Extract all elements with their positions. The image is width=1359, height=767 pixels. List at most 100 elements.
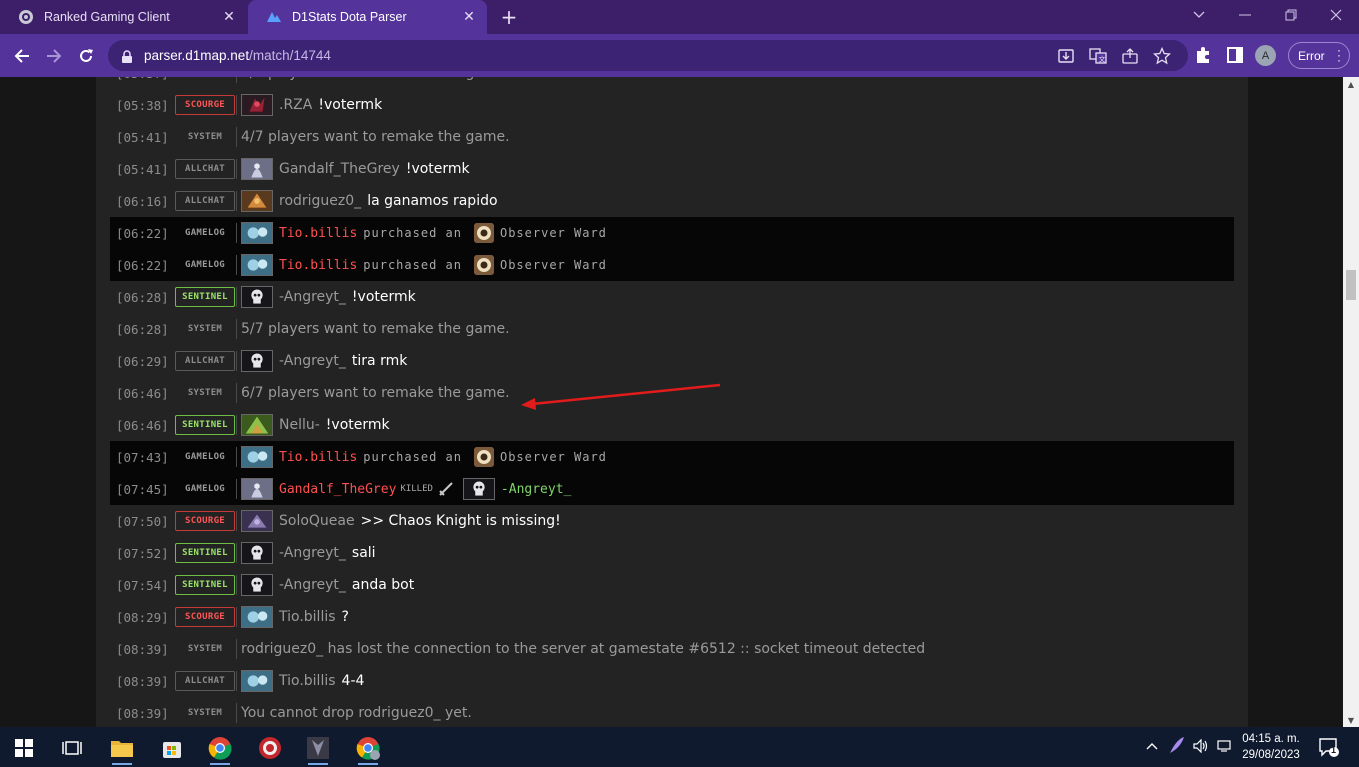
error-button[interactable]: Error · · ·	[1288, 42, 1350, 69]
player-name[interactable]: SoloQueae	[279, 513, 355, 529]
minimize-icon[interactable]	[1222, 0, 1268, 30]
clock-time: 04:15 a. m.	[1242, 733, 1300, 745]
close-icon[interactable]: ✕	[461, 9, 477, 25]
player-name[interactable]: Tio.billis	[279, 673, 336, 689]
side-panel-icon[interactable]	[1225, 45, 1245, 65]
new-tab-button[interactable]: +	[497, 5, 521, 29]
address-bar[interactable]: parser.d1map.net/match/14744	[108, 40, 1188, 71]
timestamp: [05:38]	[116, 97, 169, 113]
chat-message: !votermk	[318, 97, 383, 113]
feather-tray-icon[interactable]	[1168, 735, 1186, 759]
timestamp: [06:22]	[116, 225, 169, 241]
timestamp: [07:50]	[116, 513, 169, 529]
windows-start-icon[interactable]	[4, 731, 44, 765]
timestamp: [06:46]	[116, 417, 169, 433]
divider	[236, 447, 237, 467]
page-viewport: [05:3?]SYSTEM3/7 players want to remake …	[0, 77, 1343, 727]
ranked-client-favicon-icon	[18, 9, 34, 25]
victim-name[interactable]: -Angreyt_	[501, 482, 571, 497]
window-close-icon[interactable]	[1313, 0, 1359, 30]
player-name[interactable]: Nellu-	[279, 417, 320, 433]
chat-row: [08:39] ALLCHAT Tio.billis 4-4	[110, 665, 1234, 697]
chrome-profile-icon[interactable]	[348, 731, 388, 765]
chat-row: [05:3?]SYSTEM 3/7 players want to remake …	[110, 77, 1234, 89]
translate-icon[interactable]: 文	[1089, 47, 1107, 65]
divider	[236, 575, 237, 595]
scrollbar-thumb[interactable]	[1346, 270, 1356, 300]
volume-icon[interactable]	[1193, 738, 1209, 757]
ranked-gaming-client-app-icon[interactable]	[250, 731, 290, 765]
hero-portrait-icon	[241, 542, 273, 564]
scroll-up-arrow-icon[interactable]: ▲	[1343, 77, 1359, 91]
tray-chevron-up-icon[interactable]	[1146, 739, 1158, 754]
task-view-icon[interactable]	[52, 731, 92, 765]
bookmark-star-icon[interactable]	[1152, 46, 1172, 65]
player-name[interactable]: .RZA	[279, 97, 312, 113]
player-name[interactable]: -Angreyt_	[279, 289, 346, 305]
killer-name[interactable]: Gandalf_TheGrey	[279, 482, 396, 497]
profile-avatar[interactable]: A	[1255, 45, 1276, 66]
system-message: You cannot drop rodriguez0_ yet.	[241, 705, 472, 721]
scroll-down-arrow-icon[interactable]: ▼	[1343, 713, 1359, 727]
tab-label: Ranked Gaming Client	[44, 10, 170, 24]
extensions-puzzle-icon[interactable]	[1193, 45, 1213, 65]
file-explorer-icon[interactable]	[102, 731, 142, 765]
system-message: 3/7 players want to remake the game.	[241, 77, 510, 81]
warcraft-game-icon[interactable]	[298, 731, 338, 765]
hero-portrait-icon	[241, 222, 273, 244]
tab-ranked-gaming-client[interactable]: Ranked Gaming Client ✕	[0, 0, 247, 34]
network-icon[interactable]	[1216, 739, 1232, 757]
hero-portrait-icon	[241, 510, 273, 532]
chat-message: 4-4	[341, 673, 365, 689]
player-name[interactable]: Tio.billis	[279, 226, 357, 241]
chat-row: [07:50] SCOURGE SoloQueae >> Chaos Knight i…	[110, 505, 1234, 537]
install-app-icon[interactable]	[1057, 47, 1075, 65]
system-clock[interactable]: 04:15 a. m. 29/08/2023	[1240, 731, 1302, 763]
page-scrollbar[interactable]: ▲ ▼	[1343, 77, 1359, 727]
channel-badge-system: SYSTEM	[187, 324, 223, 334]
hero-portrait-icon	[462, 478, 495, 500]
share-icon[interactable]	[1121, 47, 1139, 65]
notifications-icon[interactable]: 1	[1318, 736, 1340, 762]
lock-icon[interactable]	[120, 49, 134, 63]
divider	[236, 255, 237, 275]
forward-arrow-icon[interactable]	[40, 42, 68, 70]
chrome-icon[interactable]	[200, 731, 240, 765]
tab-search-chevron-icon[interactable]	[1176, 0, 1222, 30]
browser-toolbar: parser.d1map.net/match/14744 文 A Error ·…	[0, 34, 1359, 77]
url-text: parser.d1map.net/match/14744	[144, 48, 331, 63]
tab-strip: Ranked Gaming Client ✕ D1Stats Dota Pars…	[0, 0, 1359, 34]
divider	[236, 127, 237, 147]
chat-row: [06:22] GAMELOG Tio.billis purchased an Obse…	[110, 249, 1234, 281]
system-message: 5/7 players want to remake the game.	[241, 321, 510, 337]
player-name[interactable]: Tio.billis	[279, 258, 357, 273]
player-name[interactable]: -Angreyt_	[279, 577, 346, 593]
back-arrow-icon[interactable]	[8, 42, 36, 70]
microsoft-store-icon[interactable]	[152, 731, 192, 765]
hero-portrait-icon	[241, 478, 273, 500]
event-verb: purchased an	[363, 450, 462, 464]
player-name[interactable]: Gandalf_TheGrey	[279, 161, 400, 177]
timestamp: [07:43]	[116, 449, 169, 465]
reload-icon[interactable]	[72, 42, 100, 70]
divider	[236, 319, 237, 339]
player-name[interactable]: -Angreyt_	[279, 545, 346, 561]
item-name: Observer Ward	[499, 258, 607, 272]
close-icon[interactable]: ✕	[221, 9, 237, 25]
windows-taskbar: 04:15 a. m. 29/08/2023 1	[0, 727, 1359, 767]
timestamp: [07:45]	[116, 481, 169, 497]
player-name[interactable]: -Angreyt_	[279, 353, 346, 369]
restore-icon[interactable]	[1268, 0, 1314, 30]
player-name[interactable]: Tio.billis	[279, 450, 357, 465]
channel-badge-gamelog: GAMELOG	[184, 260, 226, 270]
player-name[interactable]: Tio.billis	[279, 609, 336, 625]
divider	[236, 671, 237, 691]
url-host: parser.d1map.net	[144, 48, 250, 63]
timestamp: [06:29]	[116, 353, 169, 369]
tab-d1stats-dota-parser[interactable]: D1Stats Dota Parser ✕	[248, 0, 487, 34]
chat-row: [06:22] GAMELOG Tio.billis purchased an Obse…	[110, 217, 1234, 249]
channel-badge-sentinel: SENTINEL	[175, 575, 235, 595]
event-verb: KILLED	[400, 484, 433, 494]
menu-kebab-icon[interactable]: · · ·	[1337, 44, 1341, 66]
player-name[interactable]: rodriguez0_	[279, 193, 361, 209]
